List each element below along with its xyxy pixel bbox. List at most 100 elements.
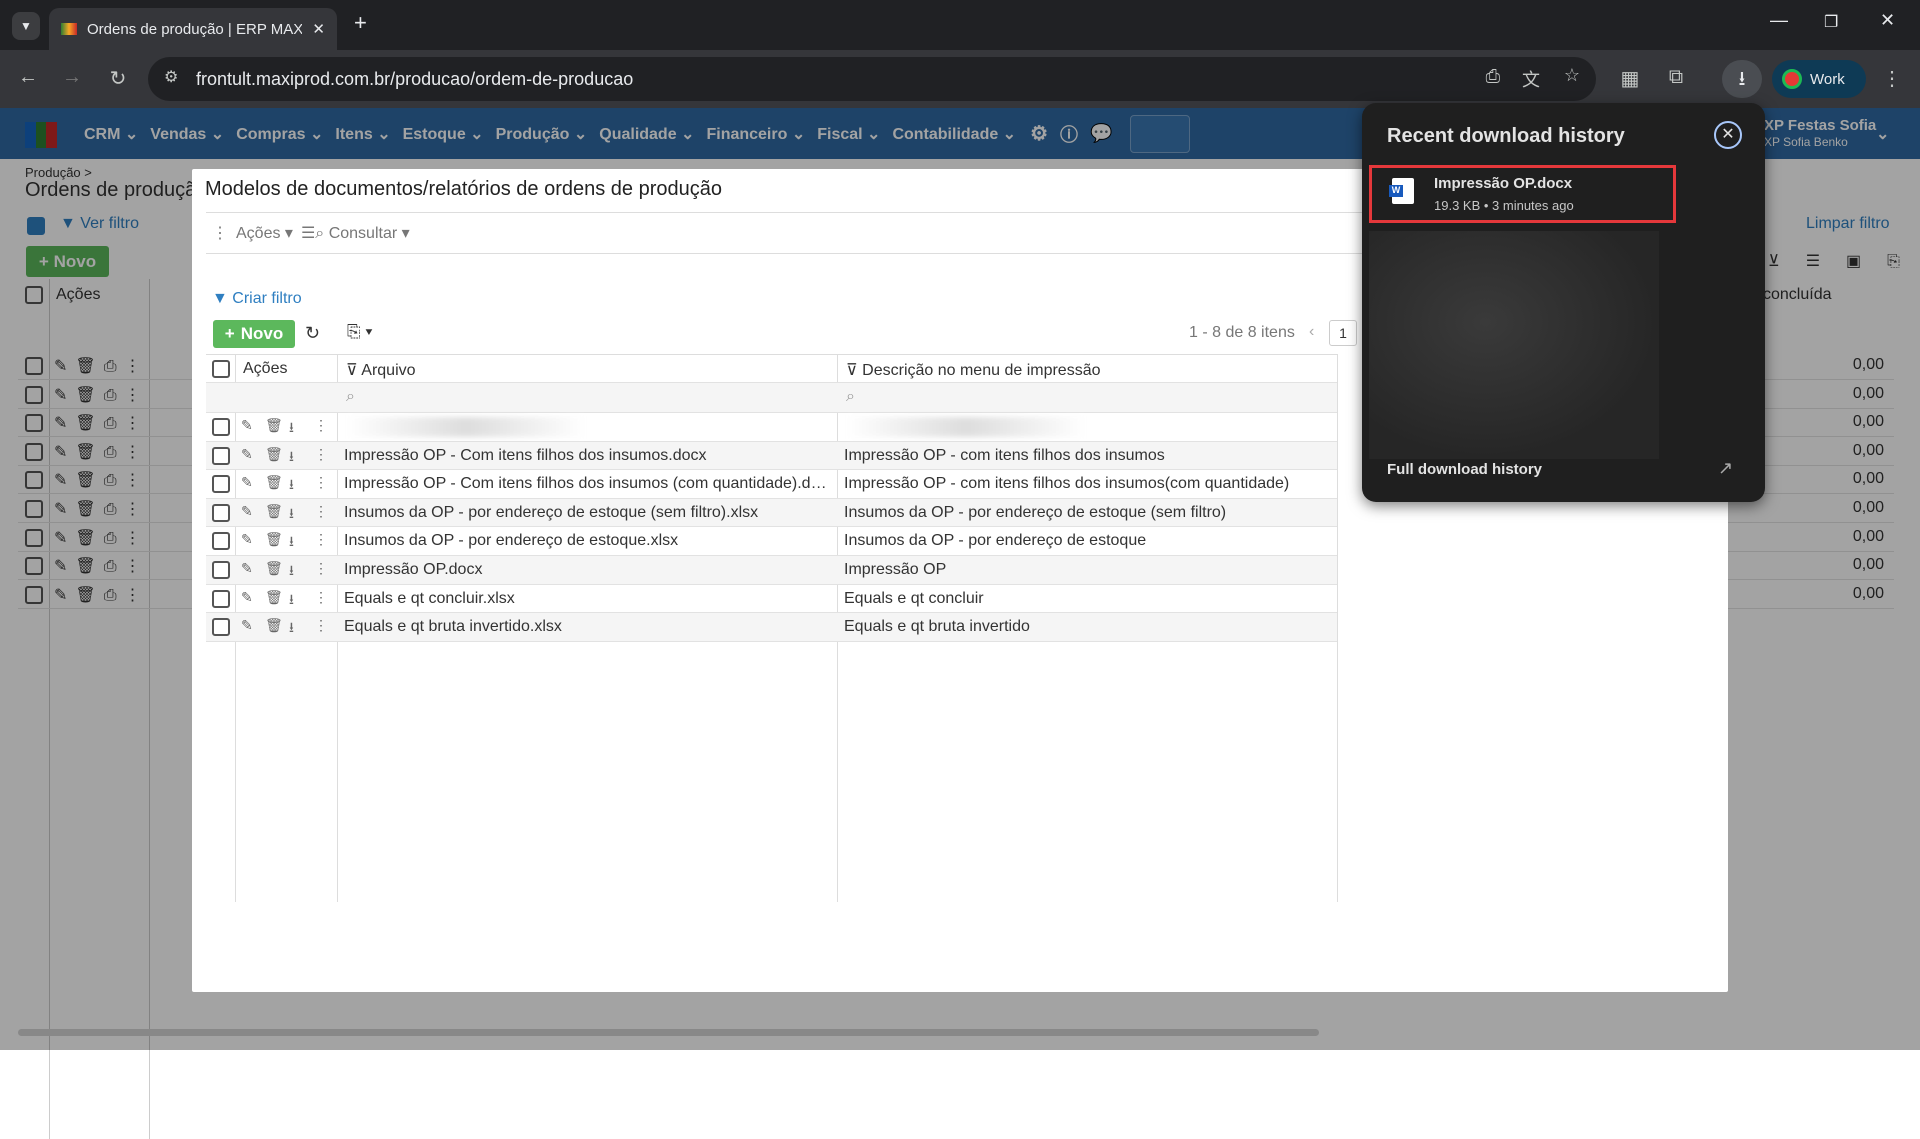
close-popup-button[interactable]: ✕ [1714, 121, 1742, 149]
edit-icon[interactable]: ✎ [241, 617, 253, 634]
delete-icon[interactable]: 🗑 [265, 589, 283, 606]
close-window-button[interactable]: ✕ [1880, 10, 1895, 31]
consult-menu[interactable]: ☰⌕ Consultar ▾ [301, 223, 410, 243]
modal-toolbar: ⋮ Ações ▾ ☰⌕ Consultar ▾ [212, 223, 410, 243]
close-tab-icon[interactable]: ✕ [312, 20, 325, 38]
file-column-header[interactable]: ⊽ Arquivo [346, 360, 416, 380]
table-row[interactable]: ✎ 🗑 ⭳ ⋮ Impressão OP - Com itens filhos dos … [206, 441, 1337, 471]
open-external-icon[interactable]: ↗ [1718, 458, 1733, 479]
table-row[interactable]: ✎ 🗑 ⭳ ⋮ [206, 413, 1337, 442]
extensions-icon[interactable]: ⧉ [1662, 66, 1690, 89]
download-icon[interactable]: ⭳ [289, 503, 294, 527]
row-checkbox[interactable] [212, 418, 230, 436]
download-icon[interactable]: ⭳ [289, 531, 294, 555]
back-icon[interactable]: ← [14, 66, 42, 89]
tab-search-button[interactable]: ▼ [12, 12, 40, 40]
file-cell: Equals e qt concluir.xlsx [344, 589, 515, 607]
new-tab-button[interactable]: + [354, 10, 367, 36]
full-history-link[interactable]: Full download history [1387, 461, 1542, 478]
download-icon[interactable]: ⭳ [289, 417, 294, 441]
page-number[interactable]: 1 [1329, 320, 1357, 346]
description-filter-input[interactable]: ⌕ [846, 388, 855, 406]
download-icon[interactable]: ⭳ [289, 446, 294, 470]
downloads-icon[interactable]: ⭳ [1722, 60, 1762, 98]
translate-icon[interactable]: 文 [1522, 66, 1540, 92]
row-checkbox[interactable] [212, 532, 230, 551]
download-file-name: Impressão OP.docx [1434, 175, 1573, 192]
row-checkbox[interactable] [212, 475, 230, 494]
delete-icon[interactable]: 🗑 [265, 474, 283, 491]
delete-icon[interactable]: 🗑 [265, 417, 283, 434]
table-row[interactable]: ✎ 🗑 ⭳ ⋮ Impressão OP.docx Impressão OP [206, 556, 1337, 585]
table-row[interactable]: ✎ 🗑 ⭳ ⋮ Equals e qt bruta invertido.xlsx Equa… [206, 613, 1337, 642]
row-checkbox[interactable] [212, 503, 230, 522]
row-checkbox[interactable] [212, 446, 230, 465]
more-icon[interactable]: ⋮ [314, 474, 328, 491]
file-filter-input[interactable]: ⌕ [346, 388, 355, 406]
more-icon[interactable]: ⋮ [314, 589, 328, 606]
download-icon[interactable]: ⭳ [289, 589, 294, 613]
row-checkbox[interactable] [212, 561, 230, 579]
more-icon[interactable]: ⋮ [314, 560, 328, 577]
description-cell: Equals e qt concluir [844, 589, 984, 607]
table-row[interactable]: ✎ 🗑 ⭳ ⋮ Insumos da OP - por endereço de esto… [206, 498, 1337, 528]
actions-column-header: Ações [243, 360, 288, 377]
download-icon[interactable]: ⭳ [289, 617, 294, 641]
download-history-popup: Recent download history ✕ W Impressão OP… [1362, 103, 1765, 502]
url-text: frontult.maxiprod.com.br/producao/ordem-… [196, 68, 634, 89]
table-row[interactable]: ✎ 🗑 ⭳ ⋮ Impressão OP - Com itens filhos dos … [206, 470, 1337, 499]
row-checkbox[interactable] [212, 618, 230, 637]
row-checkbox[interactable] [212, 589, 230, 608]
table-row[interactable]: ✎ 🗑 ⭳ ⋮ Insumos da OP - por endereço de esto… [206, 527, 1337, 556]
edit-icon[interactable]: ✎ [241, 446, 253, 463]
plus-icon: + [224, 324, 235, 343]
edit-icon[interactable]: ✎ [241, 560, 253, 577]
qr-extension-icon[interactable]: ▦ [1616, 66, 1644, 91]
export-icon[interactable]: ⎘ ▾ [347, 322, 372, 342]
download-item[interactable]: W Impressão OP.docx 19.3 KB • 3 minutes … [1369, 165, 1676, 223]
horizontal-scrollbar[interactable] [18, 1029, 1319, 1036]
more-icon[interactable]: ⋮ [314, 617, 328, 634]
delete-icon[interactable]: 🗑 [265, 617, 283, 634]
avatar [1782, 69, 1802, 89]
edit-icon[interactable]: ✎ [241, 589, 253, 606]
new-model-button[interactable]: + Novo [213, 320, 295, 348]
prev-page-icon[interactable]: ‹ [1309, 323, 1314, 341]
more-icon[interactable]: ⋮ [314, 503, 328, 520]
delete-icon[interactable]: 🗑 [265, 531, 283, 548]
delete-icon[interactable]: 🗑 [265, 503, 283, 520]
edit-icon[interactable]: ✎ [241, 531, 253, 548]
description-cell: Impressão OP [844, 561, 947, 578]
reload-icon[interactable]: ↻ [104, 66, 132, 91]
edit-icon[interactable]: ✎ [241, 474, 253, 491]
edit-icon[interactable]: ✎ [241, 417, 253, 434]
minimize-button[interactable]: — [1770, 10, 1788, 31]
browser-tab[interactable]: Ordens de produção | ERP MAXIPROD ✕ [49, 8, 337, 50]
restore-button[interactable]: ❐ [1824, 12, 1838, 32]
url-bar[interactable]: ⚙ frontult.maxiprod.com.br/producao/orde… [148, 57, 1596, 101]
install-icon[interactable]: ⎙ [1486, 66, 1500, 87]
more-icon[interactable]: ⋮ [314, 446, 328, 463]
refresh-icon[interactable]: ↻ [305, 323, 320, 344]
create-filter-link[interactable]: ▼ Criar filtro [212, 290, 302, 308]
modal-title: Modelos de documentos/relatórios de orde… [205, 178, 722, 200]
table-row[interactable]: ✎ 🗑 ⭳ ⋮ Equals e qt concluir.xlsx Equals e qt… [206, 585, 1337, 614]
delete-icon[interactable]: 🗑 [265, 560, 283, 577]
select-all-checkbox[interactable] [212, 360, 230, 378]
actions-menu[interactable]: Ações ▾ [236, 223, 293, 243]
more-icon[interactable]: ⋮ [314, 531, 328, 548]
bookmark-star-icon[interactable]: ☆ [1564, 65, 1580, 86]
menu-icon[interactable]: ⋮ [1878, 66, 1906, 91]
description-column-header[interactable]: ⊽ Descrição no menu de impressão [846, 360, 1101, 380]
delete-icon[interactable]: 🗑 [265, 446, 283, 463]
profile-button[interactable]: Work [1772, 60, 1866, 98]
forward-icon[interactable]: → [58, 66, 86, 89]
edit-icon[interactable]: ✎ [241, 503, 253, 520]
file-cell: Impressão OP - Com itens filhos dos insu… [344, 475, 832, 493]
site-info-icon[interactable]: ⚙ [164, 67, 178, 87]
file-cell: Impressão OP - Com itens filhos dos insu… [344, 446, 707, 464]
file-cell: Equals e qt bruta invertido.xlsx [344, 618, 562, 636]
download-icon[interactable]: ⭳ [289, 560, 294, 584]
download-icon[interactable]: ⭳ [289, 474, 294, 498]
more-icon[interactable]: ⋮ [314, 417, 328, 434]
